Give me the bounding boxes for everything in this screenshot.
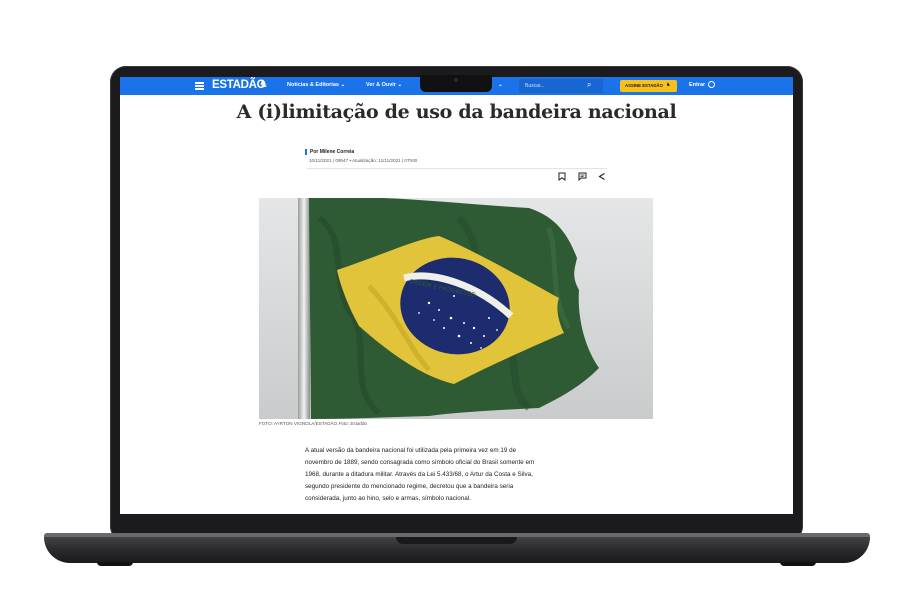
- user-icon[interactable]: [708, 80, 715, 88]
- divider: [307, 168, 607, 169]
- laptop-hinge: [396, 537, 517, 544]
- bookmark-icon[interactable]: [558, 172, 566, 183]
- article-dates: 10/11/2021 | 09h47 • Atualização: 11/11/…: [309, 158, 418, 163]
- comment-icon[interactable]: [578, 172, 587, 183]
- body-line: novembro de 1889, sendo consagrada como …: [305, 459, 535, 466]
- photo-source: Foto: Estadão: [338, 421, 368, 426]
- camera-icon: [454, 78, 458, 82]
- horse-logo-icon: ♞: [259, 79, 268, 90]
- body-line: A atual versão da bandeira nacional foi …: [305, 447, 517, 454]
- laptop-foot-left: [97, 562, 133, 566]
- login-link[interactable]: Entrar: [689, 82, 705, 88]
- nav-item-ver-ouvir[interactable]: Ver & Ouvir ⌄: [366, 82, 402, 88]
- share-icon[interactable]: [598, 172, 606, 183]
- body-line: 1968, durante a ditadura militar. Atravé…: [305, 471, 533, 478]
- subscribe-horse-icon: ♞: [666, 82, 671, 88]
- photo-credit: FOTO: AYRTON VIGNOLA/ESTADÃO: [259, 421, 338, 426]
- body-line: segundo presidente do mencionado regime,…: [305, 483, 514, 490]
- article-body: A atual versão da bandeira nacional foi …: [305, 445, 605, 505]
- nav-item-noticias[interactable]: Notícias & Editorias ⌄: [287, 82, 345, 88]
- menu-icon[interactable]: [195, 80, 204, 91]
- article-author[interactable]: Por Milene Correia: [310, 149, 354, 155]
- article-photo[interactable]: ORDEM E PROGRESSO: [259, 198, 653, 419]
- laptop-screen: ESTADÃO ♞ Notícias & Editorias ⌄ Ver & O…: [120, 77, 793, 514]
- brazil-flag-photo: ORDEM E PROGRESSO: [259, 198, 653, 419]
- photo-caption: FOTO: AYRTON VIGNOLA/ESTADÃO Foto: Estad…: [259, 421, 367, 426]
- search-placeholder: Buscar...: [525, 83, 545, 89]
- laptop-foot-right: [780, 562, 816, 566]
- subscribe-button-label: ASSINE ESTADÃO: [625, 83, 663, 88]
- nav-item-more[interactable]: ⌄: [498, 82, 503, 88]
- body-line: considerada, junto ao hino, selo e armas…: [305, 495, 471, 502]
- article-title: A (i)limitação de uso da bandeira nacion…: [236, 101, 677, 123]
- search-icon[interactable]: ⌕: [587, 80, 591, 90]
- site-logo[interactable]: ESTADÃO: [212, 79, 266, 91]
- byline-accent: [305, 149, 307, 155]
